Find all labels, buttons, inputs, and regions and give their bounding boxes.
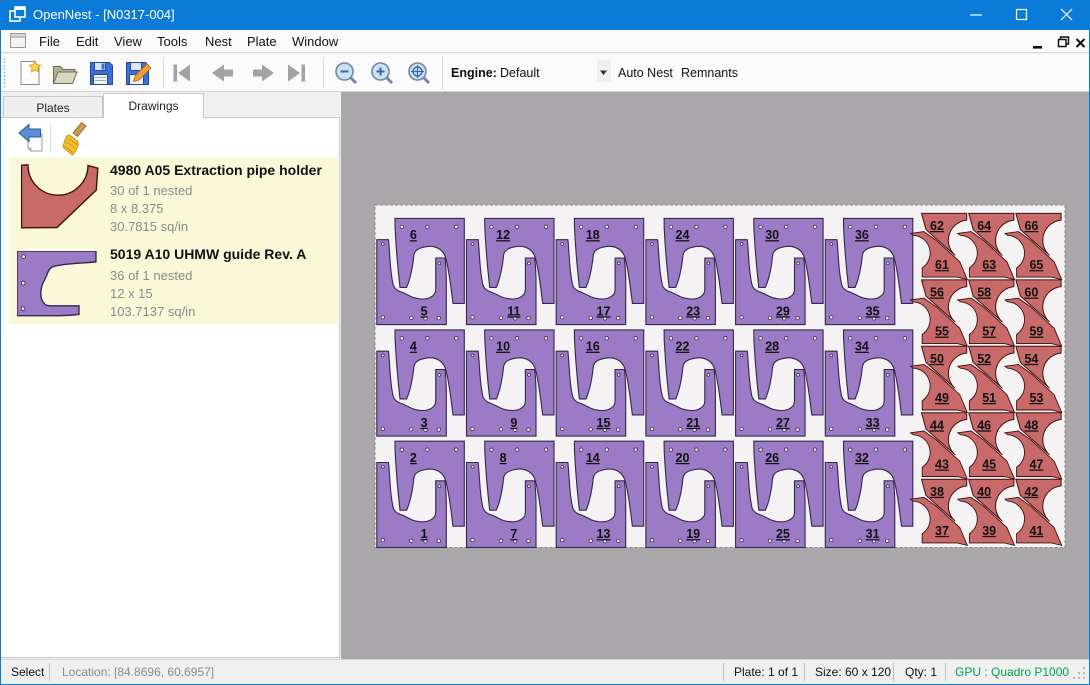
svg-text:22: 22: [675, 340, 689, 354]
svg-text:2: 2: [409, 451, 416, 465]
svg-text:3: 3: [420, 416, 427, 430]
svg-text:44: 44: [930, 418, 944, 432]
svg-text:40: 40: [977, 485, 991, 499]
svg-text:15: 15: [596, 416, 610, 430]
svg-text:36: 36: [854, 228, 868, 242]
svg-text:54: 54: [1024, 352, 1038, 366]
svg-text:55: 55: [935, 325, 949, 339]
svg-text:7: 7: [510, 527, 517, 541]
svg-text:17: 17: [596, 304, 610, 318]
svg-text:38: 38: [930, 485, 944, 499]
svg-text:49: 49: [935, 391, 949, 405]
svg-text:26: 26: [765, 451, 779, 465]
svg-text:46: 46: [977, 418, 991, 432]
svg-text:60: 60: [1024, 286, 1038, 300]
svg-text:27: 27: [775, 416, 789, 430]
svg-text:30: 30: [765, 228, 779, 242]
svg-text:45: 45: [982, 458, 996, 472]
svg-text:24: 24: [675, 228, 689, 242]
svg-text:19: 19: [686, 527, 700, 541]
svg-text:50: 50: [930, 352, 944, 366]
svg-text:14: 14: [585, 451, 599, 465]
svg-text:66: 66: [1024, 219, 1038, 233]
svg-text:32: 32: [854, 451, 868, 465]
svg-text:47: 47: [1029, 458, 1043, 472]
svg-text:6: 6: [409, 228, 416, 242]
svg-text:59: 59: [1029, 325, 1043, 339]
svg-text:58: 58: [977, 286, 991, 300]
svg-text:20: 20: [675, 451, 689, 465]
svg-text:12: 12: [496, 228, 510, 242]
svg-text:18: 18: [585, 228, 599, 242]
svg-text:63: 63: [982, 258, 996, 272]
svg-text:62: 62: [930, 219, 944, 233]
svg-text:43: 43: [935, 458, 949, 472]
svg-text:23: 23: [686, 304, 700, 318]
svg-text:39: 39: [982, 524, 996, 538]
svg-text:21: 21: [686, 416, 700, 430]
svg-text:64: 64: [977, 219, 991, 233]
svg-text:61: 61: [935, 258, 949, 272]
svg-text:33: 33: [865, 416, 879, 430]
svg-text:28: 28: [765, 340, 779, 354]
svg-text:29: 29: [775, 304, 789, 318]
svg-text:1: 1: [420, 527, 427, 541]
svg-text:48: 48: [1024, 418, 1038, 432]
svg-text:37: 37: [935, 524, 949, 538]
svg-text:9: 9: [510, 416, 517, 430]
svg-text:25: 25: [775, 527, 789, 541]
svg-text:16: 16: [585, 340, 599, 354]
svg-text:35: 35: [865, 304, 879, 318]
svg-text:34: 34: [854, 340, 868, 354]
svg-text:11: 11: [507, 304, 520, 318]
svg-text:42: 42: [1024, 485, 1038, 499]
svg-text:53: 53: [1029, 391, 1043, 405]
svg-text:52: 52: [977, 352, 991, 366]
svg-text:5: 5: [420, 304, 427, 318]
svg-text:31: 31: [865, 527, 879, 541]
svg-text:56: 56: [930, 286, 944, 300]
svg-text:10: 10: [496, 340, 510, 354]
svg-text:57: 57: [982, 325, 996, 339]
svg-text:41: 41: [1029, 524, 1043, 538]
svg-text:8: 8: [499, 451, 506, 465]
svg-text:13: 13: [596, 527, 610, 541]
svg-text:65: 65: [1029, 258, 1043, 272]
svg-text:51: 51: [982, 391, 996, 405]
svg-text:4: 4: [409, 340, 416, 354]
